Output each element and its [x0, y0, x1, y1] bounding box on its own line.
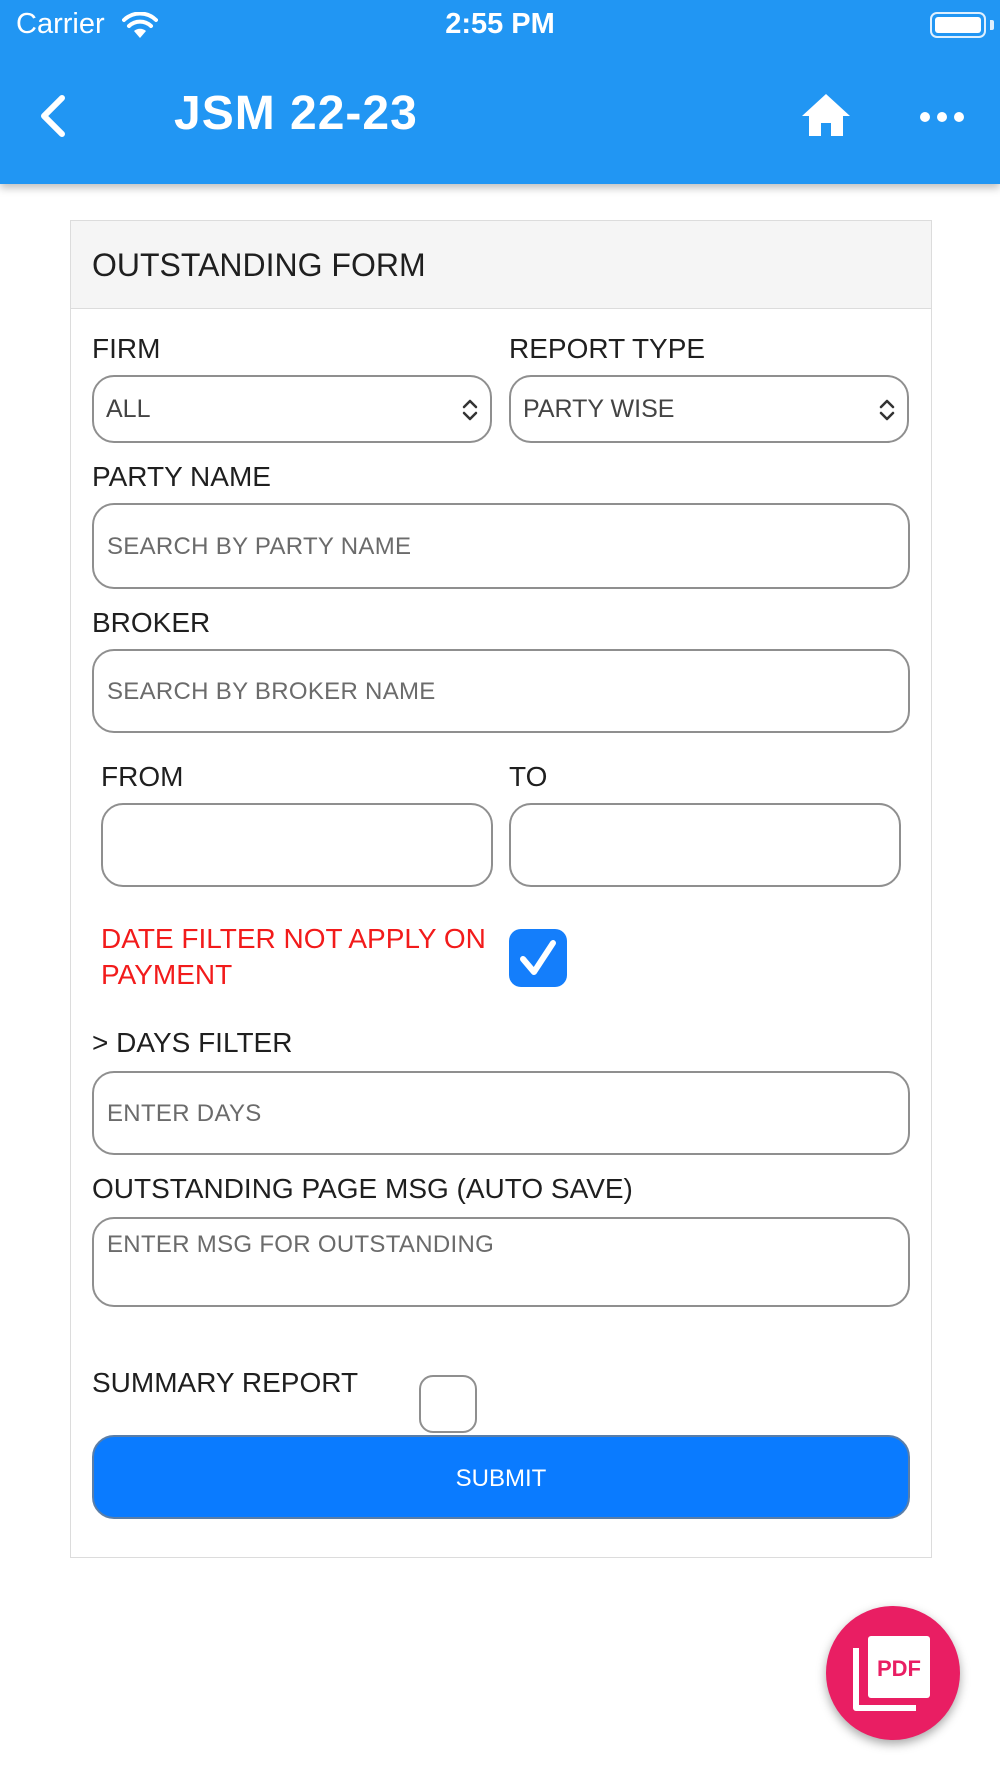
home-icon[interactable]	[798, 88, 854, 144]
broker-label: BROKER	[92, 607, 211, 638]
date-filter-label: DATE FILTER NOT APPLY ON PAYMENT	[101, 923, 486, 990]
days-filter-placeholder: ENTER DAYS	[107, 1100, 262, 1127]
more-icon[interactable]	[916, 100, 968, 134]
pdf-icon: PDF	[853, 1636, 930, 1711]
to-date-input[interactable]	[509, 803, 901, 887]
firm-label: FIRM	[92, 333, 161, 364]
party-name-input[interactable]: SEARCH BY PARTY NAME	[92, 503, 910, 589]
broker-placeholder: SEARCH BY BROKER NAME	[107, 678, 436, 705]
card-header: OUTSTANDING FORM	[71, 221, 931, 309]
page-msg-label: OUTSTANDING PAGE MSG (AUTO SAVE)	[92, 1173, 633, 1204]
battery-cap	[990, 20, 994, 30]
firm-value: ALL	[106, 395, 151, 423]
to-label: TO	[509, 761, 548, 792]
days-filter-input[interactable]: ENTER DAYS	[92, 1071, 910, 1155]
from-date-input[interactable]	[101, 803, 493, 887]
app-bar: Carrier 2:55 PM JSM 22-23	[0, 0, 1000, 184]
date-filter-checkbox[interactable]	[509, 929, 567, 987]
submit-label: SUBMIT	[455, 1465, 547, 1492]
firm-select[interactable]: ALL	[92, 375, 492, 443]
broker-input[interactable]: SEARCH BY BROKER NAME	[92, 649, 910, 733]
from-label: FROM	[101, 761, 184, 792]
report-type-label: REPORT TYPE	[509, 333, 706, 364]
select-arrows-icon	[879, 399, 895, 421]
card-title: OUTSTANDING FORM	[92, 247, 426, 283]
summary-report-label: SUMMARY REPORT	[92, 1367, 359, 1398]
party-name-placeholder: SEARCH BY PARTY NAME	[107, 533, 412, 560]
pdf-icon-text: PDF	[877, 1656, 921, 1681]
pdf-fab-button[interactable]: PDF	[826, 1606, 960, 1740]
summary-report-checkbox[interactable]	[419, 1375, 477, 1433]
back-icon[interactable]	[30, 86, 80, 146]
report-type-value: PARTY WISE	[523, 395, 675, 423]
status-time: 2:55 PM	[445, 8, 555, 40]
outstanding-form-card: OUTSTANDING FORM FIRM ALL REPORT TYPE PA…	[70, 220, 932, 1558]
page-msg-textarea[interactable]: ENTER MSG FOR OUTSTANDING	[92, 1217, 910, 1307]
party-name-label: PARTY NAME	[92, 461, 271, 492]
app-title: JSM 22-23	[174, 87, 418, 140]
checkmark-icon	[520, 940, 556, 975]
days-filter-label: > DAYS FILTER	[92, 1027, 293, 1058]
page-msg-placeholder: ENTER MSG FOR OUTSTANDING	[107, 1231, 495, 1258]
status-bar: Carrier 2:55 PM	[0, 0, 1000, 50]
select-arrows-icon	[462, 399, 478, 421]
battery-icon	[930, 12, 986, 38]
submit-button[interactable]: SUBMIT	[92, 1435, 910, 1519]
report-type-select[interactable]: PARTY WISE	[509, 375, 909, 443]
